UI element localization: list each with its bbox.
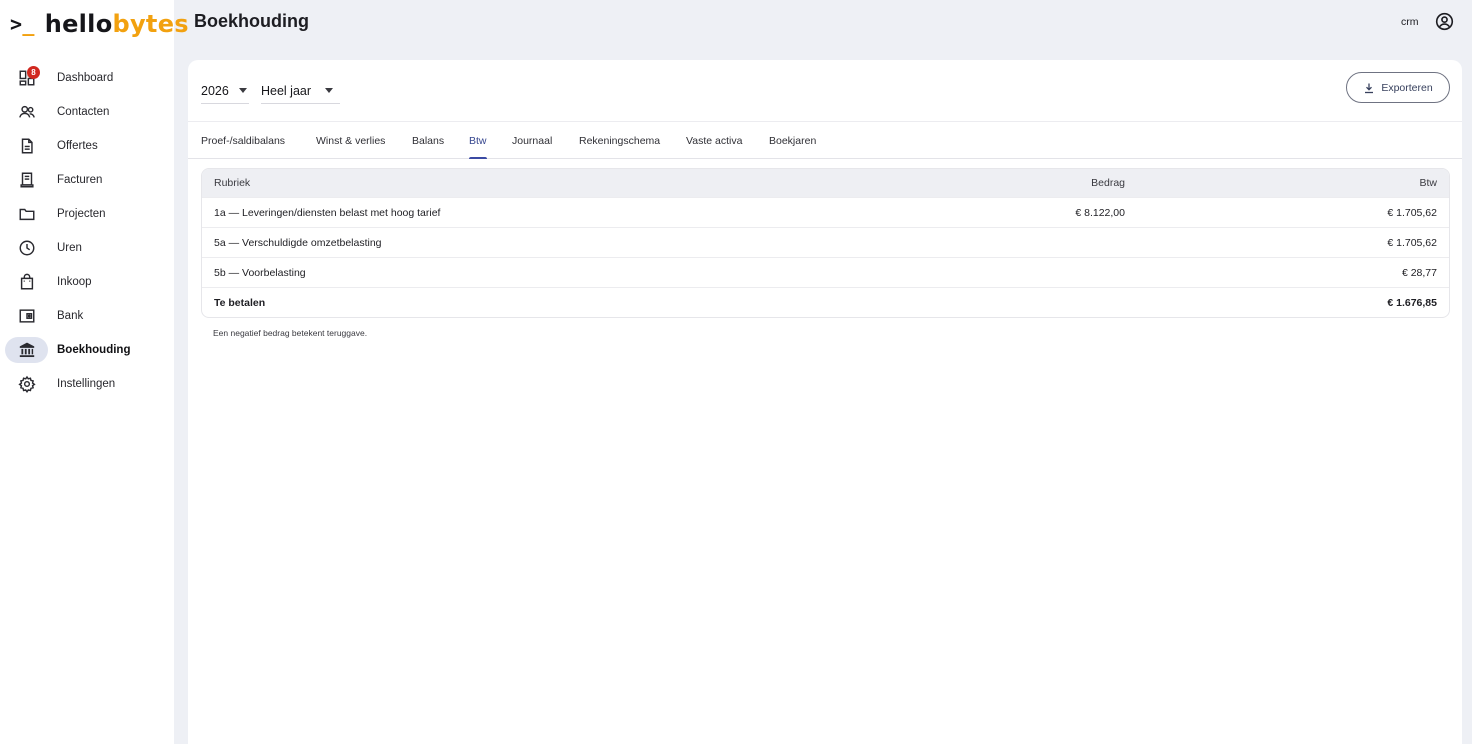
user-name[interactable]: crm [1401,16,1419,28]
dashboard-icon [5,65,48,91]
tab-journaal[interactable]: Journaal [512,122,552,159]
bank-icon [5,337,48,363]
sidebar-item-label: Dashboard [57,72,114,84]
sidebar-item-dashboard[interactable]: 8 Dashboard [0,61,174,95]
cell-rubriek: Te betalen [214,297,266,309]
tab-btw[interactable]: Btw [469,122,487,159]
export-button[interactable]: Exporteren [1346,72,1450,103]
sidebar-item-label: Bank [57,310,84,322]
download-icon [1365,83,1374,93]
sidebar-item-label: Facturen [57,174,103,186]
shopping-bag-icon [5,269,48,295]
sidebar-item-boekhouding[interactable]: Boekhouding [0,333,174,367]
cell-bedrag: € 8.122,00 [1075,206,1125,219]
tab-proef-saldibalans[interactable]: Proef-/saldibalans [201,122,285,159]
chevron-down-icon [325,88,334,93]
sidebar-item-bank[interactable]: Bank [0,299,174,333]
table-row: 5b — Voorbelasting € 28,77 [202,258,1449,288]
year-select-value: 2026 [201,83,229,98]
sidebar-item-offertes[interactable]: Offertes [0,129,174,163]
people-icon [5,99,48,125]
table-header-row: Rubriek Bedrag Btw [202,169,1449,198]
tab-winst-verlies[interactable]: Winst & verlies [316,122,385,159]
sidebar-item-inkoop[interactable]: Inkoop [0,265,174,299]
clock-icon [5,235,48,261]
cell-btw: € 28,77 [1401,266,1437,279]
main-card: 2026 Heel jaar Exporteren Proef-/saldiba… [188,60,1462,744]
column-header-bedrag: Bedrag [1091,177,1125,189]
sidebar-item-label: Projecten [57,208,106,220]
period-select-value: Heel jaar [261,83,312,98]
table-footnote: Een negatief bedrag betekent teruggave. [213,328,368,338]
chevron-down-icon [238,88,247,93]
logo-text-bytes: bytes [112,10,189,38]
cell-btw: € 1.676,85 [1387,297,1437,309]
export-button-label: Exporteren [1381,81,1433,94]
app-logo[interactable]: >_ hello bytes [10,8,189,40]
cell-rubriek: 1a — Leveringen/diensten belast met hoog… [214,206,441,219]
sidebar-item-uren[interactable]: Uren [0,231,174,265]
sidebar: >_ hello bytes 8 Dashboard Contacten Offe… [0,0,189,744]
document-icon [5,133,48,159]
cell-rubriek: 5a — Verschuldigde omzetbelasting [214,236,382,249]
logo-prompt-icon: >_ [10,12,35,36]
sidebar-nav: 8 Dashboard Contacten Offertes Facturen [0,61,174,401]
sidebar-item-label: Offertes [57,140,98,152]
receipt-icon [5,167,48,193]
year-select[interactable]: 2026 [201,78,249,104]
logo-text-hello: hello [44,10,113,38]
sidebar-item-facturen[interactable]: Facturen [0,163,174,197]
tab-boekjaren[interactable]: Boekjaren [769,122,816,159]
sidebar-item-label: Contacten [57,106,110,118]
sidebar-item-label: Uren [57,242,82,254]
folder-icon [5,201,48,227]
tab-balans[interactable]: Balans [412,122,444,159]
tab-vaste-activa[interactable]: Vaste activa [686,122,742,159]
gear-icon [5,371,48,397]
sidebar-item-label: Boekhouding [57,344,131,356]
period-select[interactable]: Heel jaar [261,78,340,104]
btw-table: Rubriek Bedrag Btw 1a — Leveringen/diens… [201,168,1450,318]
account-circle-icon[interactable] [1435,12,1454,31]
sidebar-item-label: Instellingen [57,378,116,390]
notification-badge: 8 [27,66,40,79]
column-header-rubriek: Rubriek [214,177,251,189]
cell-btw: € 1.705,62 [1387,236,1437,249]
cell-btw: € 1.705,62 [1387,206,1437,219]
report-tabs: Proef-/saldibalans Winst & verlies Balan… [188,122,1462,159]
table-row: 5a — Verschuldigde omzetbelasting € 1.70… [202,228,1449,258]
sidebar-item-projecten[interactable]: Projecten [0,197,174,231]
cell-rubriek: 5b — Voorbelasting [214,266,306,279]
sidebar-item-contacten[interactable]: Contacten [0,95,174,129]
table-row: 1a — Leveringen/diensten belast met hoog… [202,198,1449,228]
column-header-btw: Btw [1419,177,1437,189]
tab-rekeningschema[interactable]: Rekeningschema [579,122,660,159]
page-title: Boekhouding [194,11,309,31]
sidebar-item-label: Inkoop [57,276,92,288]
table-total-row: Te betalen € 1.676,85 [202,288,1449,317]
sidebar-item-instellingen[interactable]: Instellingen [0,367,174,401]
wallet-icon [5,303,48,329]
